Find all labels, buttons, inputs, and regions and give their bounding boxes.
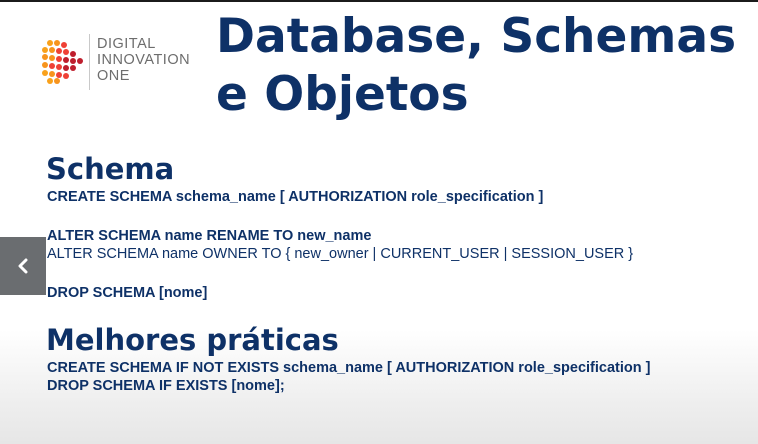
best-practices-heading: Melhores práticas: [46, 323, 339, 357]
logo-separator: [89, 34, 90, 90]
slide-title-line-1: Database, Schemas: [216, 9, 737, 64]
logo-line-digital: DIGITAL: [97, 36, 156, 52]
chevron-left-icon: [18, 258, 28, 274]
logo-dots-icon: [42, 40, 83, 84]
logo-wordmark: DIGITAL INNOVATION ONE: [97, 36, 190, 84]
top-divider: [0, 0, 758, 2]
previous-slide-button[interactable]: [0, 237, 46, 295]
logo-line-one: ONE: [97, 68, 130, 84]
logo-line-innovation: INNOVATION: [97, 52, 191, 68]
schema-heading: Schema: [46, 152, 175, 186]
drop-schema-syntax: DROP SCHEMA [nome]: [47, 285, 208, 301]
slide-title: Database, Schemas e Objetos: [216, 8, 751, 124]
slide-title-line-2: e Objetos: [216, 67, 469, 122]
alter-schema-rename-syntax: ALTER SCHEMA name RENAME TO new_name: [47, 228, 372, 244]
digital-innovation-one-logo: DIGITAL INNOVATION ONE: [40, 34, 205, 90]
create-schema-syntax: CREATE SCHEMA schema_name [ AUTHORIZATIO…: [47, 189, 544, 205]
slide: DIGITAL INNOVATION ONE Database, Schemas…: [0, 0, 758, 444]
drop-schema-if-exists-syntax: DROP SCHEMA IF EXISTS [nome];: [47, 378, 285, 394]
create-schema-if-not-exists-syntax: CREATE SCHEMA IF NOT EXISTS schema_name …: [47, 360, 651, 376]
alter-schema-owner-syntax: ALTER SCHEMA name OWNER TO { new_owner |…: [47, 246, 634, 262]
